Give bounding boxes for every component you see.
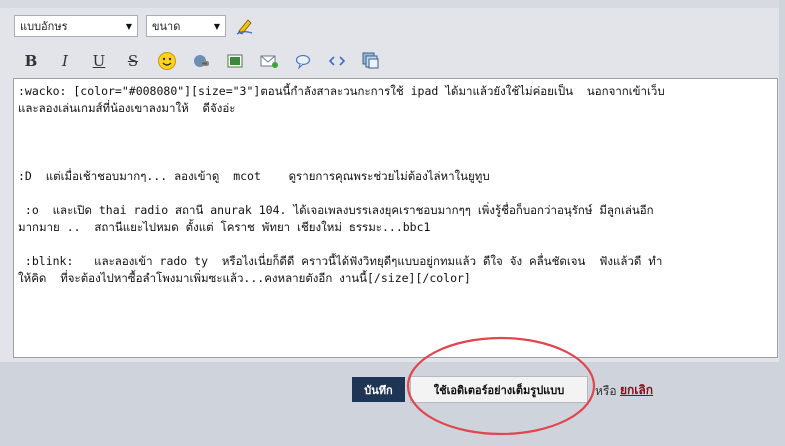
image-icon[interactable] bbox=[218, 48, 252, 74]
toolbar-insert-row: B I U S bbox=[14, 48, 388, 74]
link-icon[interactable] bbox=[184, 48, 218, 74]
code-icon[interactable] bbox=[320, 48, 354, 74]
editor-line: :wacko: [color="#008080"][size="3"]ตอนนี… bbox=[18, 84, 665, 98]
italic-button[interactable]: I bbox=[48, 48, 82, 74]
chevron-down-icon: ▼ bbox=[213, 21, 220, 31]
or-label: หรือ bbox=[595, 384, 617, 398]
save-button[interactable]: บันทึก bbox=[352, 377, 405, 402]
quote-icon[interactable] bbox=[286, 48, 320, 74]
font-select[interactable]: แบบอักษร ▼ bbox=[14, 15, 138, 37]
editor-line: :D แต่เมื่อเช้าชอบมากๆ... ลองเข้าดู mcot… bbox=[18, 169, 490, 183]
underline-button[interactable]: U bbox=[82, 48, 116, 74]
italic-label: I bbox=[62, 52, 68, 70]
bold-button[interactable]: B bbox=[14, 48, 48, 74]
editor-line: :o และเปิด thai radio สถานี anurak 104. … bbox=[18, 203, 654, 217]
size-select-value: ขนาด bbox=[152, 20, 181, 33]
smiley-icon[interactable] bbox=[150, 48, 184, 74]
pen-icon[interactable] bbox=[234, 15, 256, 37]
editor-panel: แบบอักษร ▼ ขนาด ▼ B I U S:wacko: [color… bbox=[0, 0, 785, 446]
size-select[interactable]: ขนาด ▼ bbox=[146, 15, 226, 37]
editor-line: ให้คิด ที่จะต้องไปหาซื้อลำโพงมาเพิ่มซะแล… bbox=[18, 271, 471, 285]
action-bar bbox=[0, 362, 785, 446]
full-editor-button[interactable]: ใช้เอดิเตอร์อย่างเต็มรูปแบบ bbox=[410, 376, 588, 403]
gallery-icon[interactable] bbox=[354, 48, 388, 74]
chevron-down-icon: ▼ bbox=[125, 21, 132, 31]
editor-line: และลองเล่นเกมส์ที่น้องเขาลงมาให้ ดีจังอ่… bbox=[18, 101, 236, 115]
email-icon[interactable] bbox=[252, 48, 286, 74]
cancel-link[interactable]: ยกเลิก bbox=[620, 381, 653, 400]
editor-line: มากมาย .. สถานีแยะไปหมด ตั้งแต่ โคราช พั… bbox=[18, 220, 431, 234]
toolbar-format-row: แบบอักษร ▼ ขนาด ▼ bbox=[14, 13, 256, 39]
editor-line: :blink: และลองเข้า rado ty หรือไงเนี่ยก็… bbox=[18, 254, 663, 268]
strike-button[interactable]: S bbox=[116, 48, 150, 74]
font-select-value: แบบอักษร bbox=[20, 20, 68, 33]
message-textarea[interactable]: :wacko: [color="#008080"][size="3"]ตอนนี… bbox=[13, 78, 778, 358]
top-strip bbox=[0, 0, 785, 8]
